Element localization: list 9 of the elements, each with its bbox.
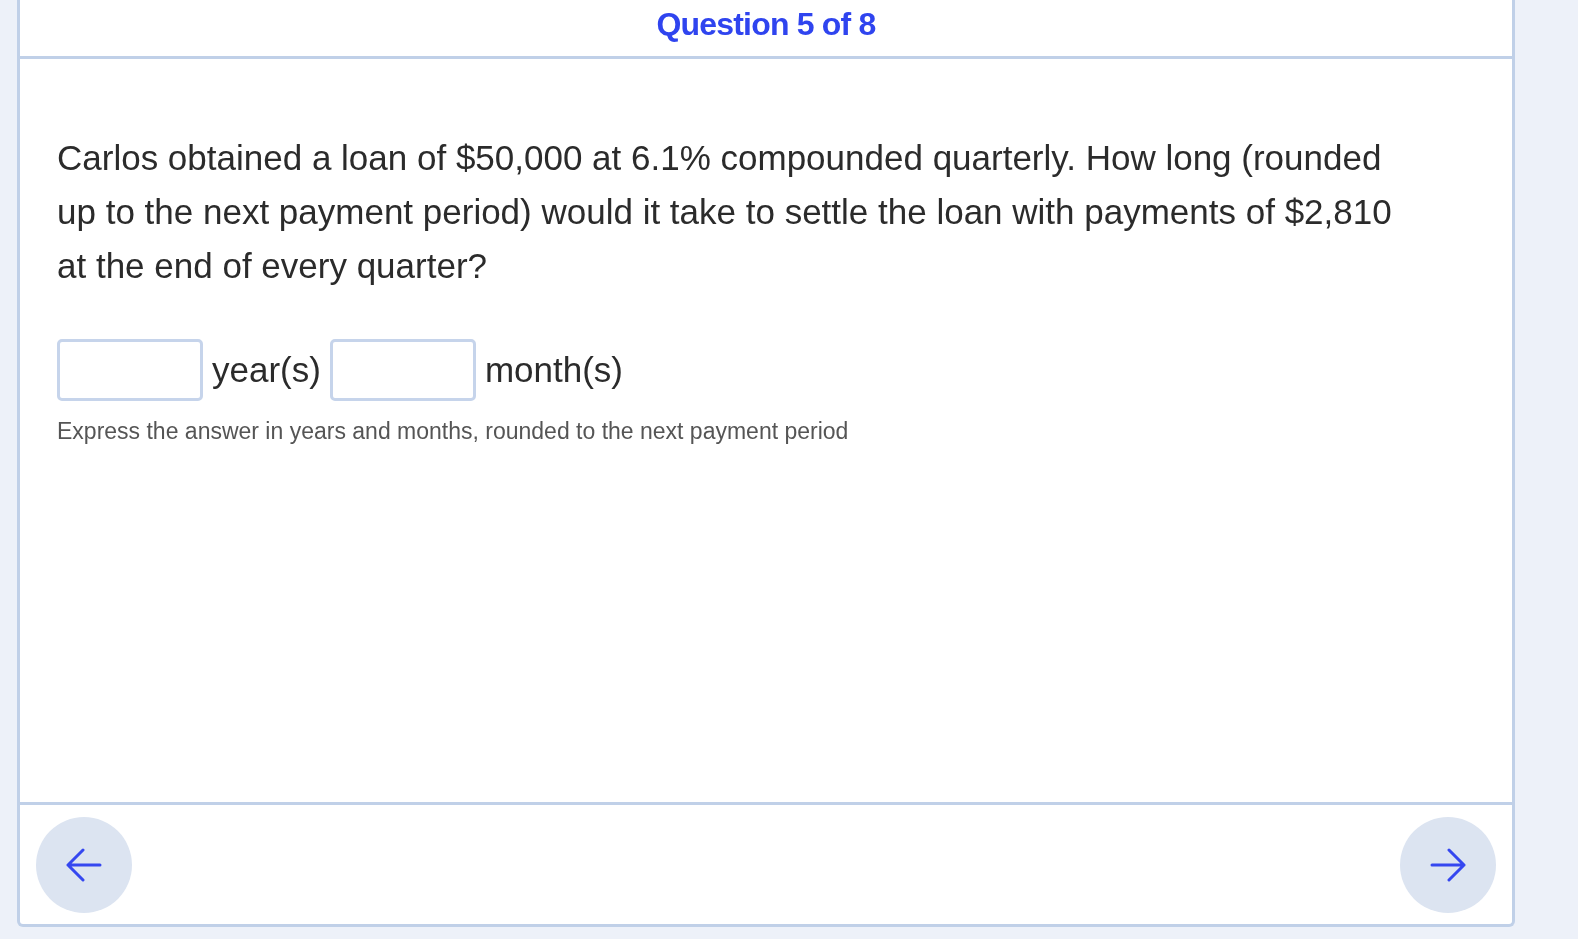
- right-arrow-icon: [1430, 847, 1466, 882]
- question-counter: Question 5 of 8: [656, 5, 876, 44]
- question-text: Carlos obtained a loan of $50,000 at 6.1% compounded quarterly. How long (rounded up to the next payment period) would it take to settle the loan with payments of $2,810 at the end of every quarter?: [57, 137, 1393, 287]
- answer-hint: Express the answer in years and months, rounded to the next payment period: [57, 417, 850, 446]
- unit-label: year(s): [212, 348, 321, 391]
- answer-input[interactable]: [329, 339, 476, 401]
- unit-label: month(s): [484, 348, 623, 391]
- answer-input[interactable]: [57, 339, 203, 401]
- left-arrow-icon: [66, 847, 102, 882]
